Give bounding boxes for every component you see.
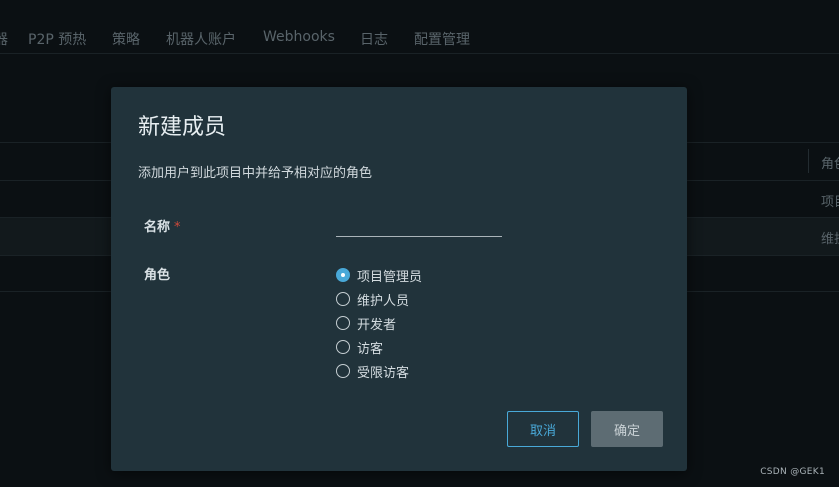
column-header-role: 角色 [821, 157, 839, 172]
dialog-description: 添加用户到此项目中并给予相对应的角色 [138, 166, 373, 181]
role-option-maintainer[interactable]: 维护人员 [336, 287, 422, 311]
radio-checked-icon[interactable] [336, 268, 350, 282]
table-cell-role: 维护 [821, 232, 839, 247]
radio-unchecked-icon[interactable] [336, 292, 350, 306]
confirm-button[interactable]: 确定 [591, 411, 663, 447]
role-option-label: 受限访客 [357, 365, 410, 381]
role-option-label: 访客 [357, 341, 384, 357]
name-field-label: 名称 * [144, 216, 181, 235]
required-indicator: * [174, 220, 181, 235]
role-radio-group: 项目管理员 维护人员 开发者 访客 受限访客 [336, 263, 422, 383]
role-option-label: 维护人员 [357, 293, 410, 309]
role-option-developer[interactable]: 开发者 [336, 311, 422, 335]
cancel-button[interactable]: 取消 [507, 411, 579, 447]
tab-webhooks[interactable]: Webhooks [263, 29, 335, 45]
background-tab-bar: 器 P2P 预热 策略 机器人账户 Webhooks 日志 配置管理 [0, 0, 839, 54]
role-option-guest[interactable]: 访客 [336, 335, 422, 359]
tab-logs[interactable]: 日志 [360, 29, 388, 49]
tab-robot-accounts[interactable]: 机器人账户 [166, 29, 236, 49]
role-option-project-admin[interactable]: 项目管理员 [336, 263, 422, 287]
table-cell-role: 项目 [821, 195, 839, 210]
dialog-title: 新建成员 [138, 115, 227, 140]
role-option-label: 项目管理员 [357, 269, 423, 285]
new-member-dialog: 新建成员 添加用户到此项目中并给予相对应的角色 名称 * 角色 项目管理员 维护人… [111, 87, 687, 471]
column-separator [808, 149, 809, 173]
tab-policy[interactable]: 策略 [112, 29, 140, 49]
role-option-label: 开发者 [357, 317, 397, 333]
tab-p2p-preheat[interactable]: P2P 预热 [28, 29, 86, 49]
radio-unchecked-icon[interactable] [336, 316, 350, 330]
radio-unchecked-icon[interactable] [336, 340, 350, 354]
name-label-text: 名称 [144, 220, 171, 235]
watermark: CSDN @GEK1 [760, 467, 825, 477]
role-field-label: 角色 [144, 268, 171, 283]
role-option-limited-guest[interactable]: 受限访客 [336, 359, 422, 383]
tab-configuration[interactable]: 配置管理 [414, 29, 470, 49]
tab-partial[interactable]: 器 [0, 29, 8, 49]
member-name-input[interactable] [336, 213, 502, 237]
radio-unchecked-icon[interactable] [336, 364, 350, 378]
